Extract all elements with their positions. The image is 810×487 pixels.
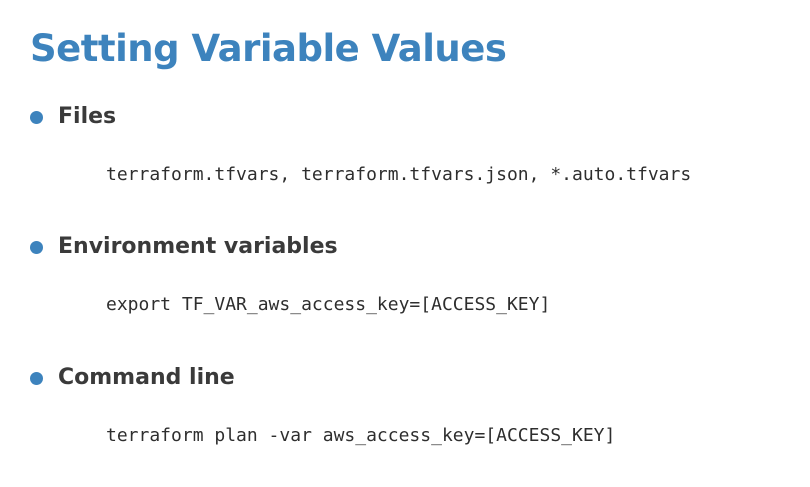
bullet-label: Environment variables <box>58 234 338 259</box>
bullet-dot-icon <box>30 240 43 254</box>
bullet-files: Files <box>30 106 116 128</box>
bullet-command-line: Command line <box>30 367 235 389</box>
bullet-label: Command line <box>58 365 235 390</box>
bullet-dot-icon <box>30 110 43 124</box>
bullet-environment-variables: Environment variables <box>30 236 338 258</box>
code-example-environment-variables: export TF_VAR_aws_access_key=[ACCESS_KEY… <box>106 294 551 315</box>
slide: Setting Variable Values Files terraform.… <box>0 0 810 487</box>
slide-title: Setting Variable Values <box>30 27 507 70</box>
code-example-files: terraform.tfvars, terraform.tfvars.json,… <box>106 164 692 185</box>
code-example-command-line: terraform plan -var aws_access_key=[ACCE… <box>106 425 616 446</box>
bullet-dot-icon <box>30 371 43 385</box>
bullet-label: Files <box>58 104 117 129</box>
